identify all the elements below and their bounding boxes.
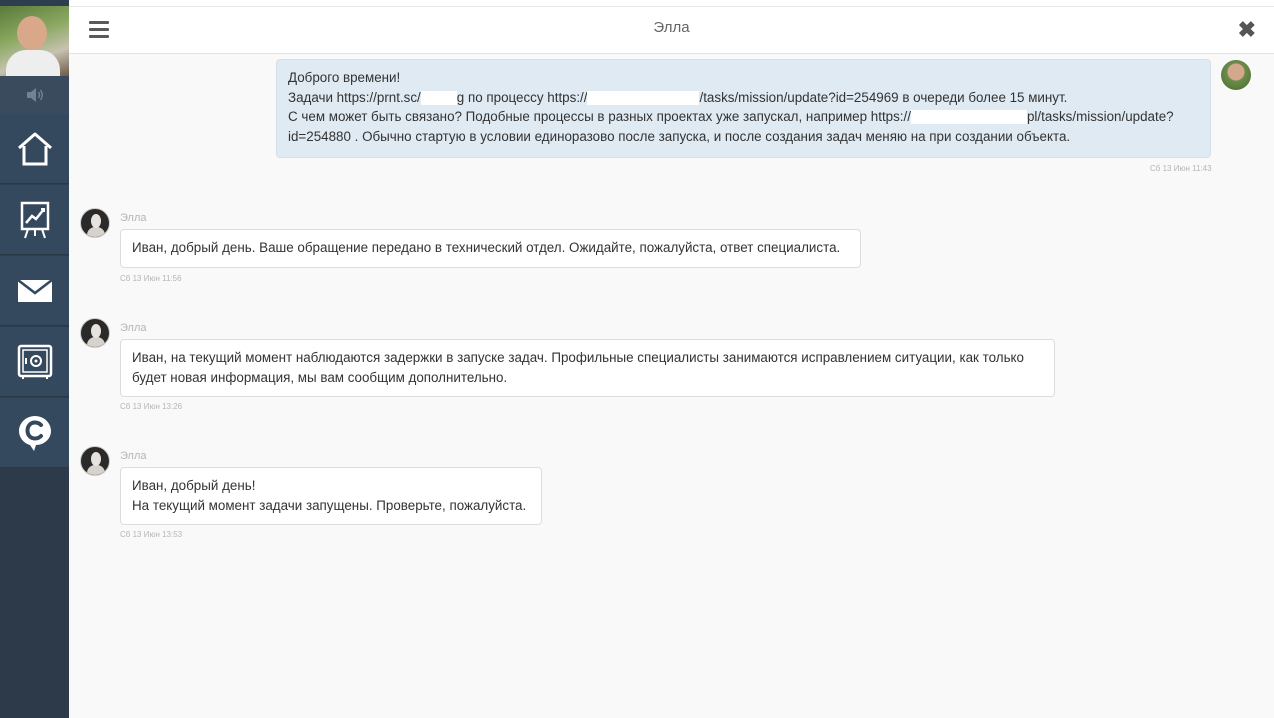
safe-icon xyxy=(17,344,52,379)
chart-board-icon xyxy=(20,201,49,238)
sidebar xyxy=(0,0,69,718)
sound-icon[interactable] xyxy=(0,76,69,114)
sender-name: Элла xyxy=(120,322,147,334)
message-line: Иван, на текущий момент наблюдаются заде… xyxy=(132,350,1024,365)
chat-header: Элла ✖ xyxy=(69,6,1274,54)
message-line: Иван, добрый день. Ваше обращение переда… xyxy=(132,240,841,255)
nav-chat[interactable] xyxy=(0,398,69,468)
message-line: id=254880 . Обычно стартую в условии еди… xyxy=(288,128,1071,144)
message-line: Доброго времени! xyxy=(288,70,401,85)
sender-name: Элла xyxy=(120,450,147,462)
nav-statistics[interactable] xyxy=(0,185,69,255)
message-line: С чем может быть связано? Подобные проце… xyxy=(288,109,1174,125)
nav-home[interactable] xyxy=(0,114,69,184)
message-timestamp: Сб 13 Июн 11:43 xyxy=(1150,164,1212,173)
nav-safe[interactable] xyxy=(0,327,69,397)
message-incoming: Иван, на текущий момент наблюдаются заде… xyxy=(120,339,1055,397)
agent-avatar xyxy=(80,446,110,476)
agent-avatar xyxy=(80,318,110,348)
message-outgoing: Доброго времени! Задачи https://prnt.sc/… xyxy=(276,59,1211,158)
nav-mail[interactable] xyxy=(0,256,69,326)
message-line: На текущий момент задачи запущены. Прове… xyxy=(132,497,527,513)
close-icon[interactable]: ✖ xyxy=(1238,19,1256,41)
message-timestamp: Сб 13 Июн 13:26 xyxy=(120,402,183,411)
message-incoming: Иван, добрый день. Ваше обращение переда… xyxy=(120,229,861,268)
message-line: Иван, добрый день! xyxy=(132,478,256,493)
user-avatar xyxy=(1221,60,1251,90)
message-timestamp: Сб 13 Июн 13:53 xyxy=(120,530,183,539)
chat-title: Элла xyxy=(653,19,690,36)
home-icon xyxy=(17,132,52,165)
message-timestamp: Сб 13 Июн 11:56 xyxy=(120,274,182,283)
message-line: Задачи https://prnt.sc/g по процессу htt… xyxy=(288,89,1068,105)
agent-avatar xyxy=(80,208,110,238)
chat-logo-icon xyxy=(18,415,51,451)
message-incoming: Иван, добрый день! На текущий момент зад… xyxy=(120,467,542,525)
chat-messages[interactable]: Доброго времени! Задачи https://prnt.sc/… xyxy=(69,54,1274,718)
mail-icon xyxy=(16,278,53,302)
sender-name: Элла xyxy=(120,212,147,224)
user-photo-avatar[interactable] xyxy=(0,6,69,76)
message-line: будет новая информация, мы вам сообщим д… xyxy=(132,369,508,385)
